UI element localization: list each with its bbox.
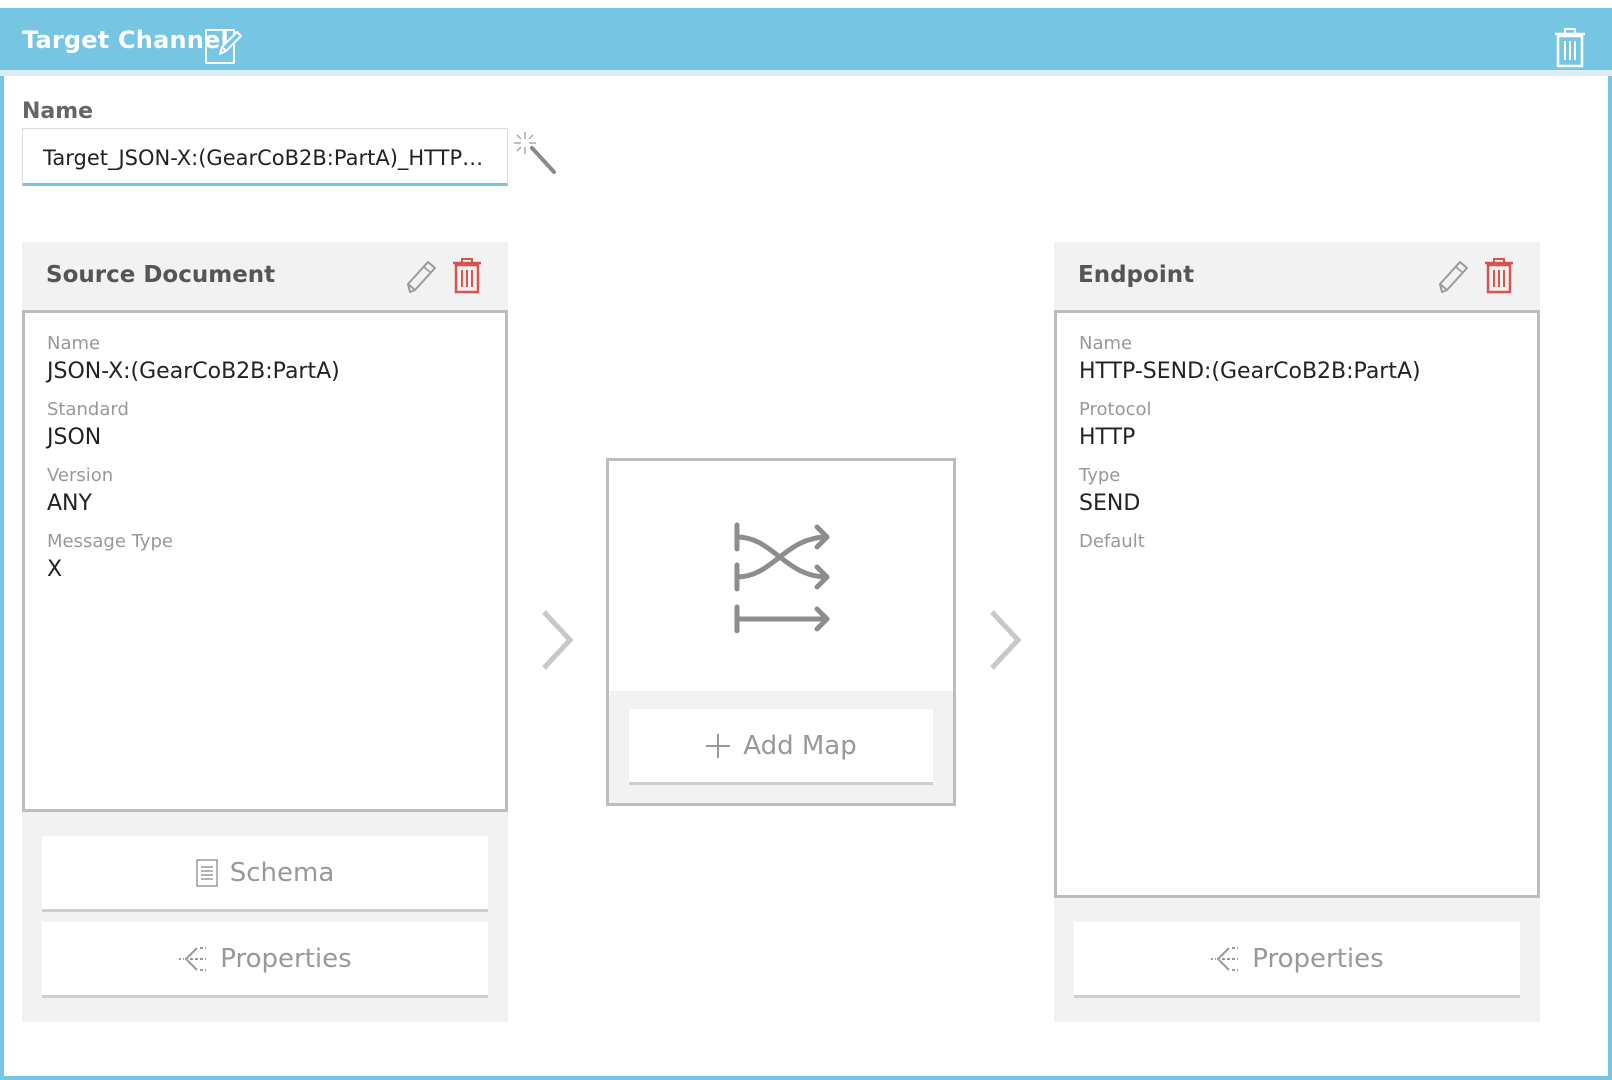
endpoint-name-field: Name HTTP-SEND:(GearCoB2B:PartA)	[1079, 333, 1421, 387]
endpoint-panel: Endpoint Name HTTP-SEND:(GearCoB2B:PartA…	[1054, 242, 1540, 1022]
source-message-type-field: Message Type X	[47, 531, 173, 585]
field-label: Default	[1079, 531, 1145, 552]
field-value: SEND	[1079, 491, 1141, 516]
endpoint-title: Endpoint	[1078, 262, 1195, 288]
chevron-right-icon	[990, 610, 1022, 670]
field-label: Message Type	[47, 531, 173, 552]
endpoint-details: Name HTTP-SEND:(GearCoB2B:PartA) Protoco…	[1054, 310, 1540, 898]
channel-name-input[interactable]: Target_JSON-X:(GearCoB2B:PartA)_HTTP:(..…	[22, 128, 508, 186]
field-label: Protocol	[1079, 399, 1152, 420]
map-icon-area	[609, 461, 953, 691]
add-map-label: Add Map	[743, 730, 857, 761]
field-value: JSON	[47, 425, 102, 450]
endpoint-default-field: Default	[1079, 531, 1145, 555]
source-document-panel: Source Document Name JSON-X:(GearCoB2B:P…	[22, 242, 508, 1022]
add-map-button[interactable]: Add Map	[629, 709, 933, 785]
magic-wand-icon[interactable]	[512, 130, 560, 178]
trash-icon[interactable]	[1484, 258, 1514, 294]
field-label: Type	[1079, 465, 1121, 486]
document-icon	[195, 858, 218, 887]
properties-button-label: Properties	[1252, 943, 1384, 974]
map-panel: Add Map	[606, 458, 956, 806]
edit-icon[interactable]	[204, 26, 244, 66]
hierarchy-icon	[179, 946, 207, 971]
source-document-title: Source Document	[46, 262, 276, 288]
field-label: Name	[1079, 333, 1133, 354]
field-value: X	[47, 557, 63, 582]
source-standard-field: Standard JSON	[47, 399, 129, 453]
trash-icon[interactable]	[452, 258, 482, 294]
endpoint-properties-button[interactable]: Properties	[1074, 922, 1520, 998]
pencil-icon[interactable]	[1436, 258, 1470, 294]
endpoint-type-field: Type SEND	[1079, 465, 1140, 519]
source-document-details: Name JSON-X:(GearCoB2B:PartA) Standard J…	[22, 310, 508, 812]
chevron-right-icon	[542, 610, 574, 670]
source-properties-button[interactable]: Properties	[42, 922, 488, 998]
pencil-icon[interactable]	[404, 258, 438, 294]
field-value: ANY	[47, 491, 92, 516]
schema-button-label: Schema	[229, 857, 335, 888]
hierarchy-icon	[1211, 946, 1239, 971]
field-value: HTTP-SEND:(GearCoB2B:PartA)	[1079, 359, 1421, 384]
source-name-field: Name JSON-X:(GearCoB2B:PartA)	[47, 333, 340, 387]
name-label: Name	[22, 99, 94, 124]
trash-icon[interactable]	[1554, 28, 1586, 68]
shuffle-icon	[734, 522, 830, 633]
field-label: Name	[47, 333, 101, 354]
field-label: Version	[47, 465, 114, 486]
schema-button[interactable]: Schema	[42, 836, 488, 912]
plus-icon	[706, 733, 731, 758]
endpoint-protocol-field: Protocol HTTP	[1079, 399, 1152, 453]
target-channel-header: Target Channel	[0, 8, 1612, 76]
field-value: HTTP	[1079, 425, 1136, 450]
field-label: Standard	[47, 399, 129, 420]
source-document-header: Source Document	[22, 242, 508, 310]
field-value: JSON-X:(GearCoB2B:PartA)	[47, 359, 340, 384]
header-title: Target Channel	[22, 26, 229, 54]
source-version-field: Version ANY	[47, 465, 113, 519]
endpoint-header: Endpoint	[1054, 242, 1540, 310]
properties-button-label: Properties	[220, 943, 352, 974]
